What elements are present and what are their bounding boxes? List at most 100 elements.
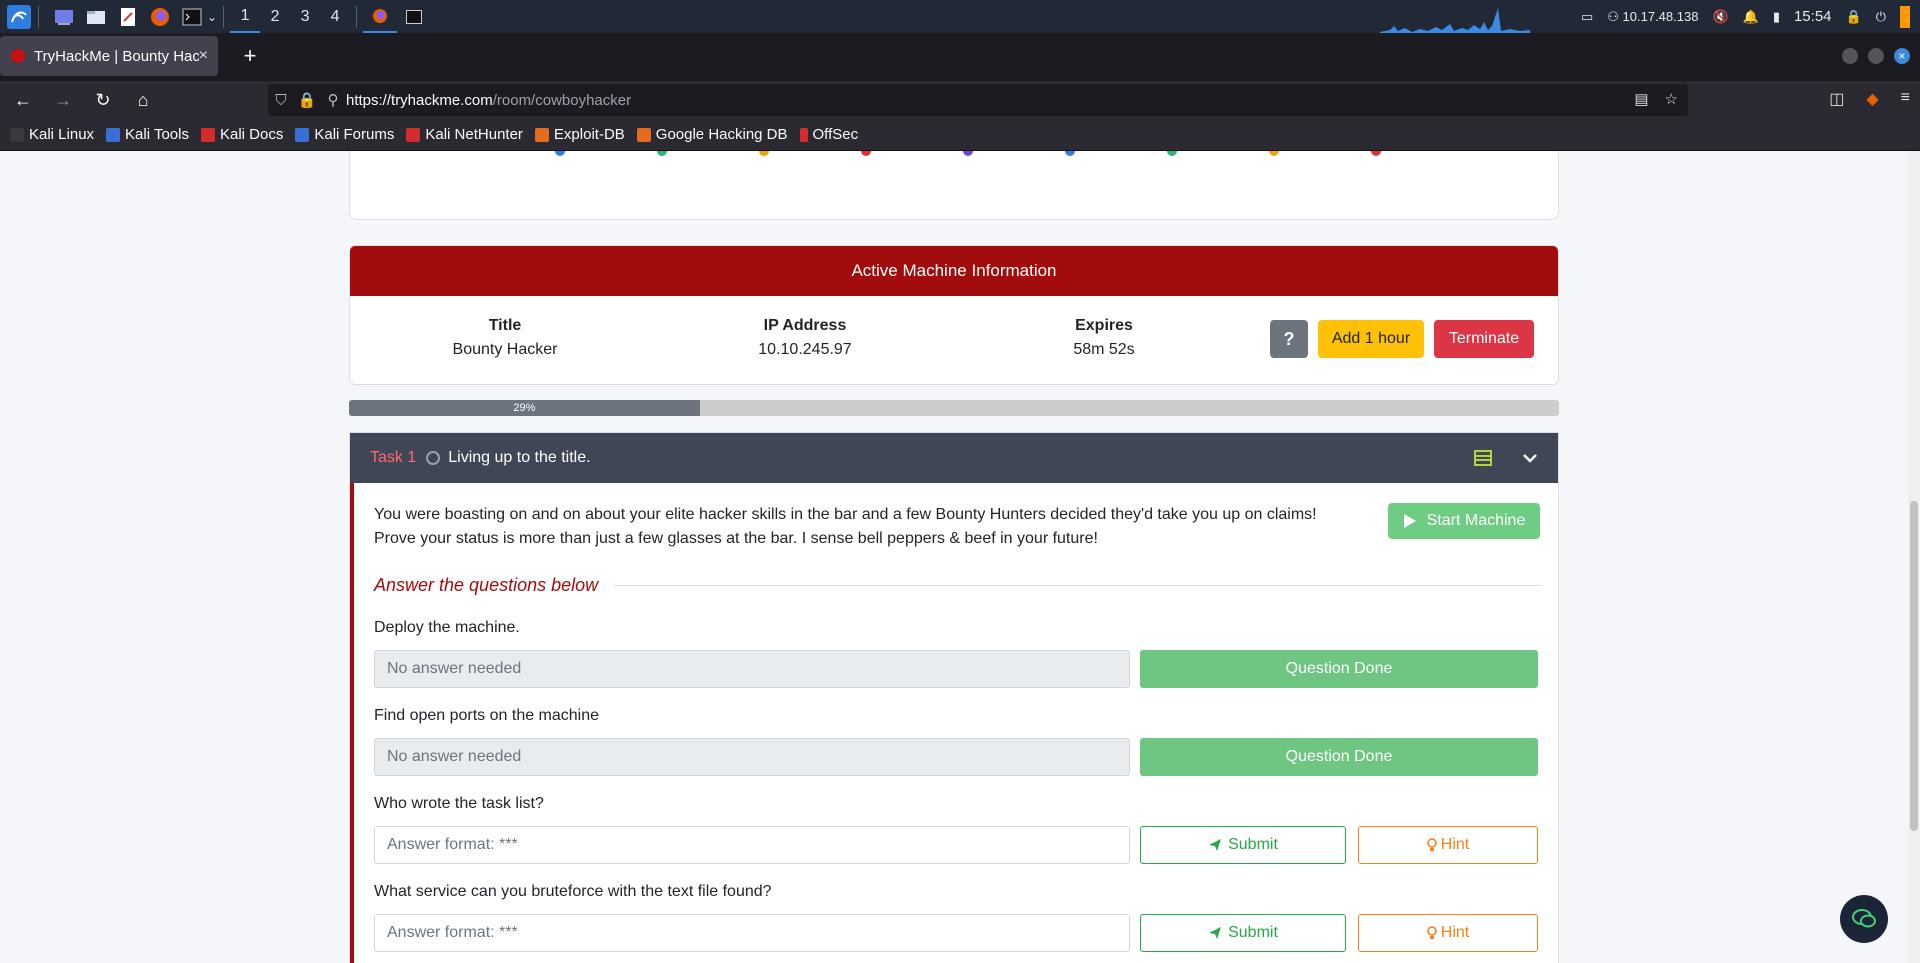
- bookmark-kali-linux[interactable]: Kali Linux: [10, 126, 94, 143]
- url-host: https://tryhackme.com: [346, 91, 493, 109]
- terminate-button[interactable]: Terminate: [1434, 320, 1534, 358]
- tag-dot: [759, 151, 769, 156]
- task-description: You were boasting on and on about your e…: [374, 503, 1374, 551]
- machine-ip-value: 10.10.245.97: [758, 341, 852, 358]
- lightbulb-icon: [1427, 838, 1437, 851]
- notification-bell-icon[interactable]: 🔔: [1743, 9, 1759, 25]
- mute-icon[interactable]: 🔇: [1712, 9, 1728, 25]
- hint-label: Hint: [1440, 836, 1470, 853]
- shield-icon[interactable]: ⛉: [268, 92, 294, 109]
- clock[interactable]: 15:54: [1794, 8, 1832, 25]
- menu-hamburger-icon[interactable]: ≡: [1901, 89, 1910, 109]
- tag-dot: [1065, 151, 1075, 156]
- url-bar[interactable]: ⛉ 🔒 ⚲ https://tryhackme.com/room/cowboyh…: [268, 84, 1688, 116]
- hint-button[interactable]: Hint: [1358, 826, 1538, 864]
- desktop-icon[interactable]: [51, 4, 77, 30]
- url-path: /room/cowboyhacker: [492, 91, 632, 109]
- chevron-down-icon[interactable]: ⌄: [207, 10, 217, 24]
- question-4: What service can you bruteforce with the…: [374, 880, 1542, 952]
- chevron-down-icon[interactable]: [1522, 452, 1538, 464]
- text-editor-icon[interactable]: [115, 4, 141, 30]
- active-machine-card: Active Machine Information Title Bounty …: [349, 245, 1559, 385]
- task-body: You were boasting on and on about your e…: [350, 483, 1560, 963]
- home-button[interactable]: ⌂: [126, 83, 160, 117]
- bookmark-star-icon[interactable]: ☆: [1665, 90, 1678, 108]
- bookmark-kali-forums[interactable]: Kali Forums: [295, 126, 394, 143]
- answer-input[interactable]: Answer format: ***: [374, 826, 1130, 864]
- kali-menu-icon[interactable]: [6, 4, 32, 30]
- browser-tab-strip: TryHackMe | Bounty Hacker × + ×: [0, 33, 1920, 81]
- bookmark-exploit-db[interactable]: Exploit-DB: [534, 126, 625, 143]
- tab-close-icon[interactable]: ×: [199, 47, 208, 65]
- ghdb-icon: [636, 127, 651, 142]
- bookmark-offsec[interactable]: OffSec: [799, 126, 858, 143]
- question-2: Find open ports on the machine No answer…: [374, 704, 1542, 776]
- permissions-icon[interactable]: ⚲: [320, 91, 346, 109]
- window-close-icon[interactable]: ×: [1894, 48, 1910, 64]
- answer-input[interactable]: Answer format: ***: [374, 914, 1130, 952]
- display-icon[interactable]: ▭: [1581, 9, 1593, 25]
- back-button[interactable]: ←: [6, 83, 40, 117]
- chat-support-button[interactable]: [1840, 895, 1888, 943]
- answer-input[interactable]: No answer needed: [374, 650, 1130, 688]
- workspace-3[interactable]: 3: [290, 0, 320, 33]
- pocket-icon[interactable]: ◫: [1829, 89, 1844, 109]
- urlbar-actions: ▤ ☆: [1634, 90, 1678, 108]
- maximize-icon[interactable]: [1868, 48, 1884, 64]
- panel-separator: [223, 5, 225, 28]
- machine-expires-block: Expires 58m 52s: [994, 314, 1214, 362]
- progress-fill: 29%: [349, 400, 700, 416]
- file-manager-icon[interactable]: [83, 4, 109, 30]
- submit-button[interactable]: Submit: [1140, 826, 1346, 864]
- taskbar-terminal-window[interactable]: [397, 0, 431, 33]
- minimize-icon[interactable]: [1842, 48, 1858, 64]
- firefox-icon[interactable]: [147, 4, 173, 30]
- workspace-2[interactable]: 2: [260, 0, 290, 33]
- tag-dot: [861, 151, 871, 156]
- lock-icon[interactable]: 🔒: [1846, 9, 1862, 25]
- taskbar-firefox-window[interactable]: [363, 0, 398, 33]
- tag-dots: [555, 151, 1381, 156]
- scrollbar-thumb[interactable]: [1910, 501, 1918, 831]
- kali-dragon-icon: [1900, 5, 1910, 28]
- workspace-4[interactable]: 4: [320, 0, 350, 33]
- forward-button[interactable]: →: [46, 83, 80, 117]
- answer-input[interactable]: No answer needed: [374, 738, 1130, 776]
- reader-view-icon[interactable]: ▤: [1634, 90, 1648, 108]
- bookmark-kali-tools[interactable]: Kali Tools: [106, 126, 189, 143]
- kali-top-panel: ⌄ 1 2 3 4 ▭ ⚇ 10.17.48.138 🔇 🔔 ▮ 15:54 🔒…: [0, 0, 1920, 33]
- power-icon[interactable]: ⏻: [1876, 9, 1886, 25]
- submit-button[interactable]: Submit: [1140, 914, 1346, 952]
- divider: [614, 585, 1542, 586]
- hint-label: Hint: [1440, 924, 1470, 941]
- question-done-button[interactable]: Question Done: [1140, 650, 1538, 688]
- task-header[interactable]: Task 1 Living up to the title.: [350, 433, 1558, 483]
- kali-docs-icon: [200, 127, 215, 142]
- page-scrollbar[interactable]: [1908, 151, 1920, 963]
- bookmark-kali-docs[interactable]: Kali Docs: [200, 126, 283, 143]
- bookmark-google-hacking-db[interactable]: Google Hacking DB: [636, 126, 788, 143]
- task-title: Living up to the title.: [448, 449, 591, 466]
- workspace-1[interactable]: 1: [230, 0, 261, 33]
- start-machine-button[interactable]: Start Machine: [1388, 503, 1540, 539]
- answer-questions-title: Answer the questions below: [374, 575, 599, 595]
- bookmark-kali-nethunter[interactable]: Kali NetHunter: [406, 126, 523, 143]
- tab-tryhackme[interactable]: TryHackMe | Bounty Hacker ×: [0, 36, 218, 76]
- question-done-button[interactable]: Question Done: [1140, 738, 1538, 776]
- battery-icon[interactable]: ▮: [1773, 9, 1780, 25]
- add-hour-button[interactable]: Add 1 hour: [1318, 320, 1424, 358]
- lock-icon[interactable]: 🔒: [294, 91, 320, 109]
- hint-button[interactable]: Hint: [1358, 914, 1538, 952]
- terminal-icon[interactable]: [179, 4, 205, 30]
- extension-icon[interactable]: ◆: [1866, 89, 1878, 109]
- reload-button[interactable]: ↻: [86, 83, 120, 117]
- bookmarks-toolbar: Kali Linux Kali Tools Kali Docs Kali For…: [0, 119, 1920, 151]
- question-label: Who wrote the task list?: [374, 795, 544, 812]
- notes-icon[interactable]: [1474, 450, 1492, 466]
- submit-label: Submit: [1228, 836, 1278, 853]
- paper-plane-icon: [1209, 927, 1222, 939]
- network-icon[interactable]: ⚇ 10.17.48.138: [1607, 9, 1698, 25]
- kali-linux-icon: [10, 127, 24, 142]
- new-tab-button[interactable]: +: [236, 43, 264, 69]
- help-button[interactable]: ?: [1270, 320, 1308, 358]
